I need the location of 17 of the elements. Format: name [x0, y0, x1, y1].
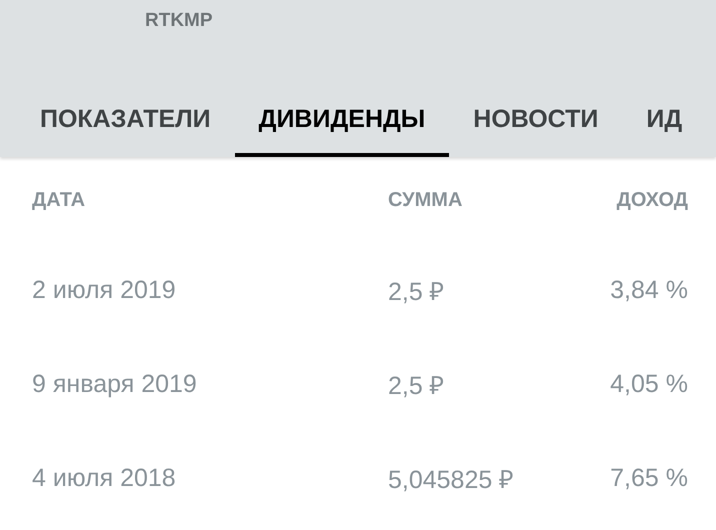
table-cell-text: 4,05 % — [609, 370, 688, 398]
table-cell-text: 3,84 % — [609, 276, 688, 304]
table-cell-text: 5,045825 ₽ — [388, 465, 516, 495]
table-cell-text: 2 июля 2019 — [32, 276, 177, 304]
tab[interactable]: ДИВИДЕНДЫ — [234, 81, 450, 157]
ticker-label: RTKMP — [145, 10, 213, 31]
table-cell-text: 4 июля 2018 — [32, 464, 177, 492]
table-cell-text: 2,5 ₽ — [388, 371, 446, 401]
tab[interactable]: НОВОСТИ — [449, 81, 622, 157]
column-header: СУММА — [388, 188, 464, 212]
table-cell-text: 9 января 2019 — [32, 370, 198, 398]
table-cell-text: 7,65 % — [609, 464, 688, 492]
column-header: ДАТА — [32, 188, 86, 212]
column-header: ДОХОД — [616, 188, 688, 212]
tab[interactable]: ИД — [622, 81, 706, 157]
table-cell-text: 2,5 ₽ — [388, 277, 446, 307]
tab[interactable]: ПОКАЗАТЕЛИ — [16, 81, 235, 157]
